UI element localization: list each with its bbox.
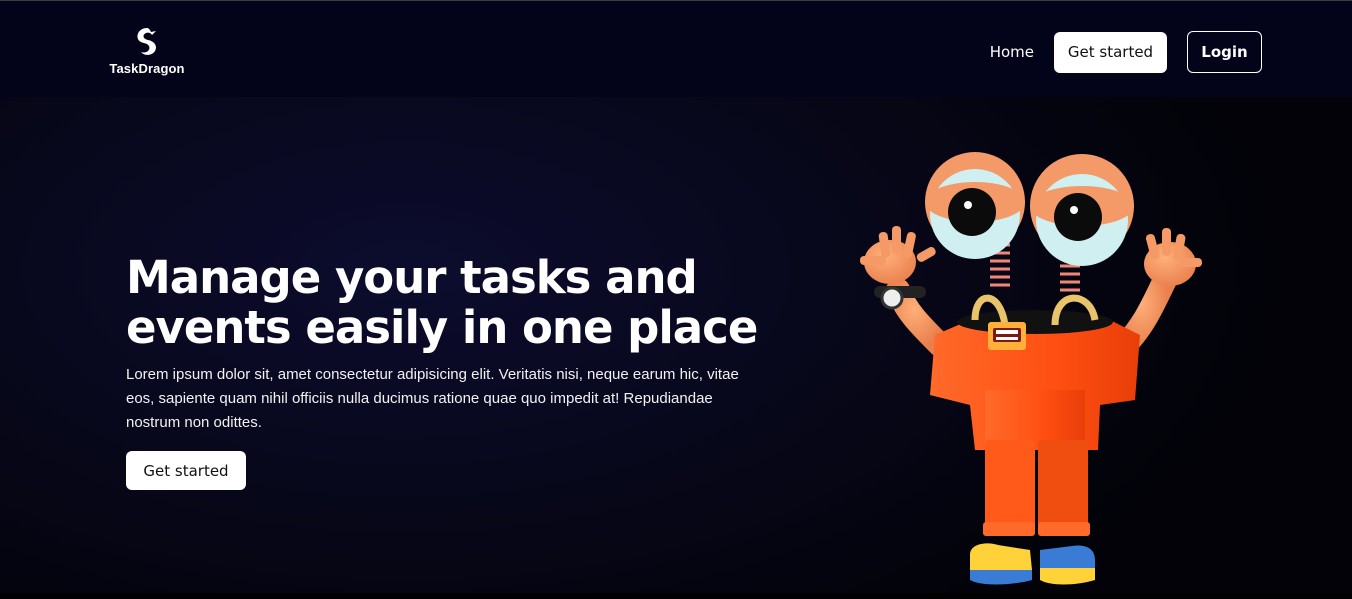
main-nav: Home Get started Login <box>990 31 1262 73</box>
nav-home-link[interactable]: Home <box>990 43 1034 61</box>
hero-title: Manage your tasks and events easily in o… <box>126 251 758 354</box>
character-illustration <box>850 150 1210 599</box>
brand-logo[interactable]: TaskDragon <box>108 25 186 81</box>
hero-description: Lorem ipsum dolor sit, amet consectetur … <box>126 366 739 431</box>
nav-get-started-button[interactable]: Get started <box>1054 31 1167 73</box>
hero-get-started-button[interactable]: Get started <box>126 451 246 490</box>
login-button[interactable]: Login <box>1187 31 1262 73</box>
dragon-icon <box>137 28 157 55</box>
brand-name: TaskDragon <box>109 61 185 76</box>
site-header: TaskDragon Home Get started Login <box>0 1 1352 97</box>
